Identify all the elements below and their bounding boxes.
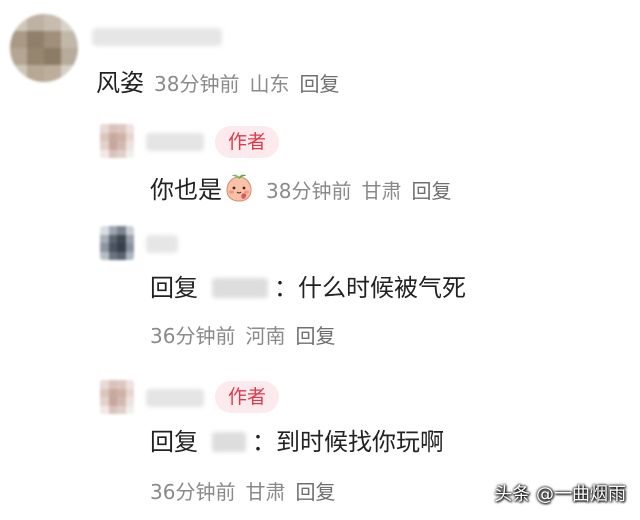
comment-location: 甘肃: [245, 480, 286, 504]
comment-text: 回复 ：什么时候被气死: [150, 273, 466, 303]
comment-body: 风姿: [96, 69, 144, 97]
author-badge: 作者: [215, 381, 280, 413]
avatar[interactable]: [100, 124, 134, 158]
blushing-peach-face-icon: [226, 174, 252, 202]
reply-button[interactable]: 回复: [299, 72, 339, 96]
comment-location: 山东: [249, 72, 290, 96]
author-badge: 作者: [215, 126, 280, 158]
comment-time: 36分钟前: [150, 324, 236, 348]
avatar[interactable]: [100, 380, 134, 414]
comment-time: 38分钟前: [154, 72, 240, 96]
watermark: 头条 @一曲烟雨: [494, 484, 626, 505]
username-blurred[interactable]: [146, 235, 178, 253]
comment-time: 36分钟前: [150, 480, 236, 504]
username-blurred[interactable]: [146, 389, 204, 407]
reply-prefix: 回复: [150, 274, 198, 302]
comment-text: 风姿 38分钟前 山东 回复: [96, 68, 349, 99]
comment-text: 回复 ：到时候找你玩啊: [150, 427, 444, 457]
username-blurred[interactable]: [92, 28, 222, 46]
reply-separator: ：: [274, 274, 298, 302]
comment-meta: 38分钟前 甘肃 回复: [266, 179, 461, 203]
avatar[interactable]: [100, 226, 134, 260]
reply-separator: ：: [252, 428, 276, 456]
reply-prefix: 回复: [150, 428, 198, 456]
comment-meta: 38分钟前 山东 回复: [154, 72, 349, 96]
comment-location: 甘肃: [361, 179, 402, 203]
comment-body: 什么时候被气死: [298, 274, 466, 302]
comment-time: 38分钟前: [266, 179, 352, 203]
mentioned-username-blurred[interactable]: [212, 432, 246, 452]
reply-button[interactable]: 回复: [295, 324, 335, 348]
comment-body: 到时候找你玩啊: [276, 428, 444, 456]
comment-meta: 36分钟前 河南 回复: [150, 320, 345, 349]
comment-location: 河南: [245, 324, 286, 348]
comment-text: 你也是 38分钟前 甘肃 回复: [150, 173, 461, 206]
comment-body: 你也是: [150, 176, 222, 204]
mentioned-username-blurred[interactable]: [212, 278, 268, 298]
avatar[interactable]: [10, 14, 78, 82]
username-blurred[interactable]: [146, 133, 204, 151]
reply-button[interactable]: 回复: [411, 179, 451, 203]
reply-button[interactable]: 回复: [295, 480, 335, 504]
comment-meta: 36分钟前 甘肃 回复: [150, 476, 345, 505]
